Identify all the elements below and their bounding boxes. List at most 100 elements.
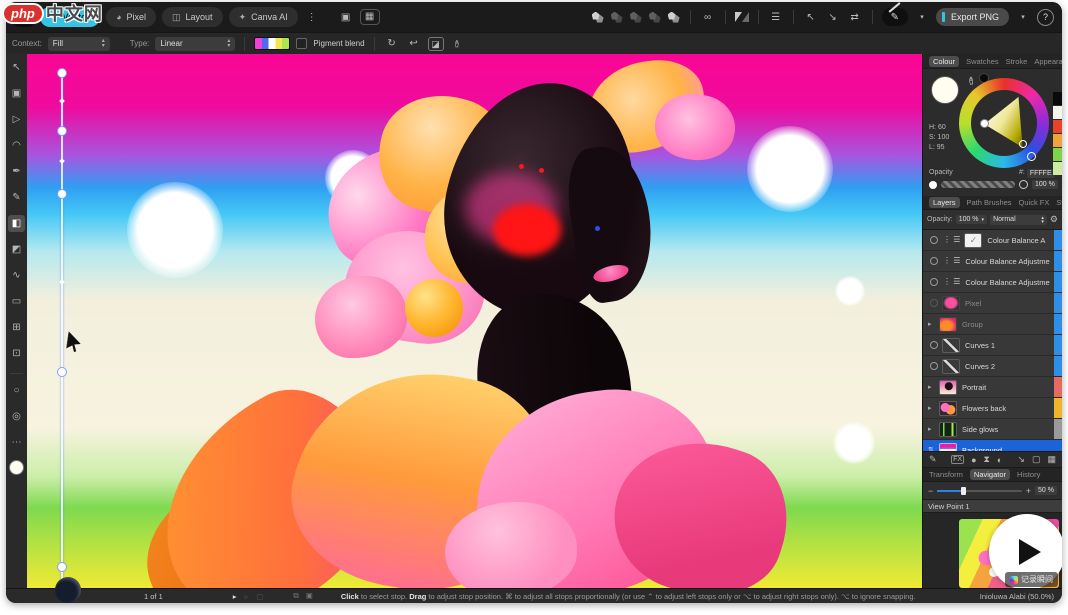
expand-arrow-icon[interactable]: ▸ <box>928 320 935 328</box>
layer-row[interactable]: ⋮ ☰ ✓ Colour Balance A <box>923 230 1062 251</box>
rotate-gradient-icon[interactable]: ↻ <box>384 38 400 49</box>
duplicate-icon[interactable]: ⧉ <box>293 591 298 601</box>
zoom-slider[interactable] <box>937 486 1022 495</box>
triangle-marker[interactable] <box>1019 140 1027 148</box>
live-filter-fx-icon[interactable]: FX <box>951 455 965 464</box>
expand-arrow-icon[interactable]: ▸ <box>928 383 935 391</box>
gradient-tool-line[interactable] <box>61 72 63 588</box>
eyedropper-icon[interactable]: ✑ <box>965 75 979 85</box>
gradient-midpoint[interactable] <box>58 279 65 285</box>
fill-colour-swatch[interactable] <box>9 460 24 475</box>
swatch-pale-green[interactable] <box>1053 162 1062 175</box>
layers-settings-gear-icon[interactable]: ⚙ <box>1050 214 1058 225</box>
more-tools-button[interactable]: ⋯ <box>8 434 25 451</box>
gradient-stop[interactable] <box>57 367 67 377</box>
pigment-blend-checkbox[interactable] <box>296 38 308 49</box>
layer-row[interactable]: ▸ Portrait <box>923 377 1062 398</box>
rectangle-tool[interactable]: ▭ <box>8 293 25 310</box>
layer-row[interactable]: ⋮ ☰ Colour Balance Adjustme <box>923 272 1062 293</box>
layer-row[interactable]: Curves 2 <box>923 356 1062 377</box>
eyedropper-icon[interactable]: ✑ <box>452 36 463 52</box>
insert-behind-icon[interactable]: ↖ <box>803 12 819 23</box>
edit-all-layers-icon[interactable]: ✎ <box>929 454 937 465</box>
boolean-intersect-icon[interactable] <box>629 11 643 23</box>
flip-icon[interactable] <box>734 12 749 22</box>
tab-swatches[interactable]: Swatches <box>966 57 999 66</box>
opacity-value[interactable]: 100 % <box>1032 180 1058 189</box>
new-group-icon[interactable]: ▢ <box>1032 454 1041 465</box>
corner-tool[interactable]: ◠ <box>8 137 25 154</box>
boolean-add-icon[interactable] <box>591 11 605 23</box>
swatch-orange[interactable] <box>1053 134 1062 147</box>
blend-mode-select[interactable]: Normal ▴ ▾ <box>990 214 1047 225</box>
expand-arrow-icon[interactable]: ▸ <box>928 404 935 412</box>
artboard-tool[interactable]: ▣ <box>8 85 25 102</box>
toggle-ui-icon[interactable]: ▦ <box>359 9 380 25</box>
more-personas-icon[interactable]: ⋮ <box>304 12 320 23</box>
hue-marker[interactable] <box>1027 152 1036 161</box>
mask-layer-icon[interactable]: ● <box>971 455 976 465</box>
export-caret-icon[interactable]: ▾ <box>1015 13 1031 21</box>
reverse-gradient-icon[interactable]: ↩ <box>406 38 422 49</box>
gradient-type-select[interactable]: Linear ▴ ▾ <box>155 36 236 51</box>
layer-row[interactable]: ▸ Flowers back <box>923 398 1062 419</box>
zoom-tool[interactable]: ◎ <box>8 408 25 425</box>
swatch-green[interactable] <box>1053 148 1062 161</box>
place-image-tool[interactable]: ⊡ <box>8 345 25 362</box>
gradient-midpoint[interactable] <box>58 158 65 164</box>
crop-tool[interactable]: ⊞ <box>8 319 25 336</box>
swatch-red[interactable] <box>1053 120 1062 133</box>
gradient-stop[interactable] <box>57 562 67 572</box>
tab-transform[interactable]: Transform <box>929 470 963 479</box>
persona-canva-ai[interactable]: ✦ Canva AI <box>228 7 298 27</box>
boolean-divide-icon[interactable] <box>648 11 662 23</box>
blend-options-icon[interactable]: ◐ <box>997 455 1002 465</box>
opacity-slider[interactable] <box>941 181 1015 188</box>
zoom-out-button[interactable]: − <box>928 486 933 496</box>
active-colour-swatch[interactable] <box>931 76 959 104</box>
canvas[interactable] <box>27 54 923 588</box>
node-tool[interactable]: ▷ <box>8 111 25 128</box>
step-icon[interactable]: ▹ <box>245 592 249 601</box>
tab-navigator[interactable]: Navigator <box>969 469 1011 480</box>
pencil-tool[interactable]: ✎ <box>8 189 25 206</box>
snapping-icon[interactable]: ∞ <box>700 12 716 23</box>
gradient-stop[interactable] <box>57 126 67 136</box>
view-point-row[interactable]: View Point 1 <box>923 500 1062 513</box>
tab-colour[interactable]: Colour <box>929 55 960 67</box>
persona-layout[interactable]: ◫ Layout <box>162 7 223 27</box>
ellipse-tool[interactable]: ○ <box>8 382 25 399</box>
tab-history[interactable]: History <box>1017 470 1040 479</box>
maintain-fill-icon[interactable]: ◪ <box>427 36 444 51</box>
expand-arrow-icon[interactable]: ▸ <box>928 425 935 433</box>
boolean-subtract-icon[interactable] <box>610 11 624 23</box>
gradient-preview-swatch[interactable] <box>254 37 291 50</box>
swatch-white[interactable] <box>1053 106 1062 119</box>
fill-gradient-tool[interactable]: ◧ <box>8 215 25 232</box>
tab-path-brushes[interactable]: Path Brushes <box>967 198 1012 207</box>
gradient-stop[interactable] <box>57 68 67 78</box>
visibility-toggle[interactable] <box>930 236 938 244</box>
visibility-toggle[interactable] <box>930 341 938 349</box>
insert-on-top-icon[interactable]: ⇄ <box>847 12 863 23</box>
vector-brush-tool[interactable]: ∿ <box>8 267 25 284</box>
assistant-caret-icon[interactable]: ▾ <box>914 13 930 21</box>
layers-opacity-select[interactable]: 100 % ▾ <box>955 215 988 224</box>
play-forward-icon[interactable]: ▸ <box>233 592 237 601</box>
layer-row[interactable]: Curves 1 <box>923 335 1062 356</box>
triangle-marker[interactable] <box>980 119 989 128</box>
move-tool[interactable]: ↖ <box>8 59 25 76</box>
visibility-toggle[interactable] <box>930 257 938 265</box>
pen-tool[interactable]: ✒ <box>8 163 25 180</box>
export-png-button[interactable]: Export PNG <box>935 8 1009 26</box>
tab-appearance[interactable]: Appearance <box>1034 57 1062 66</box>
visibility-toggle[interactable] <box>930 299 938 307</box>
insert-inside-icon[interactable]: ↘ <box>825 12 841 23</box>
help-icon[interactable]: ? <box>1037 8 1054 26</box>
loop-icon[interactable]: ▢ <box>256 592 263 601</box>
copy-icon[interactable]: ▣ <box>306 591 313 601</box>
gradient-stop[interactable] <box>57 189 67 199</box>
layer-row[interactable]: Pixel <box>923 293 1062 314</box>
tab-styles[interactable]: Styles <box>1056 198 1062 207</box>
layer-row[interactable]: ▸ Group <box>923 314 1062 335</box>
